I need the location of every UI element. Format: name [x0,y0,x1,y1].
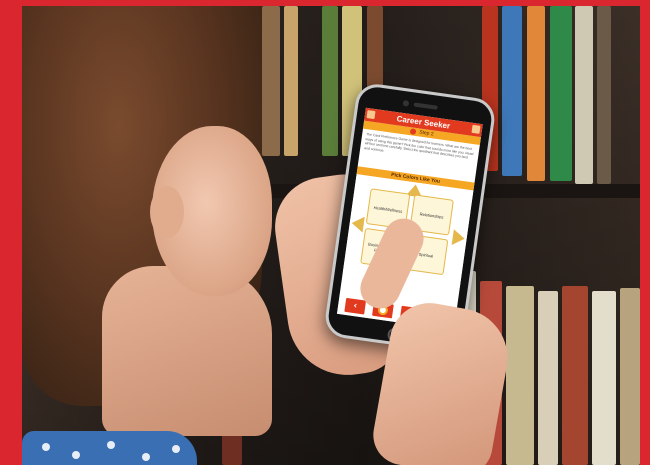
book [527,6,545,181]
book [506,286,534,465]
close-icon[interactable] [471,124,481,134]
front-camera [402,99,410,107]
menu-icon[interactable] [366,110,376,120]
back-button[interactable]: ‹ [344,297,367,315]
shirt-dot [72,451,80,459]
woman-neck [102,266,272,436]
book [592,291,616,465]
arrow-right-icon [451,229,466,247]
earpiece [413,102,438,110]
woman-ear [150,186,184,238]
shirt-dot [42,443,50,451]
step-icon [409,128,417,136]
book [597,6,611,184]
woman-shirt [22,431,197,465]
book [575,6,593,184]
book [538,291,558,465]
book [502,6,522,176]
frame-left [0,0,22,465]
shirt-dot [172,445,180,453]
book [322,6,338,156]
book [620,288,640,465]
photo-stage: Career Seeker Step 2 The Card Preference… [0,0,650,465]
book [284,6,298,156]
shirt-dot [142,453,150,461]
arrow-left-icon [350,215,365,233]
book [550,6,572,181]
photograph: Career Seeker Step 2 The Card Preference… [22,6,640,465]
book [262,6,280,156]
shirt-dot [107,441,115,449]
book [562,286,588,465]
frame-right [640,0,650,465]
